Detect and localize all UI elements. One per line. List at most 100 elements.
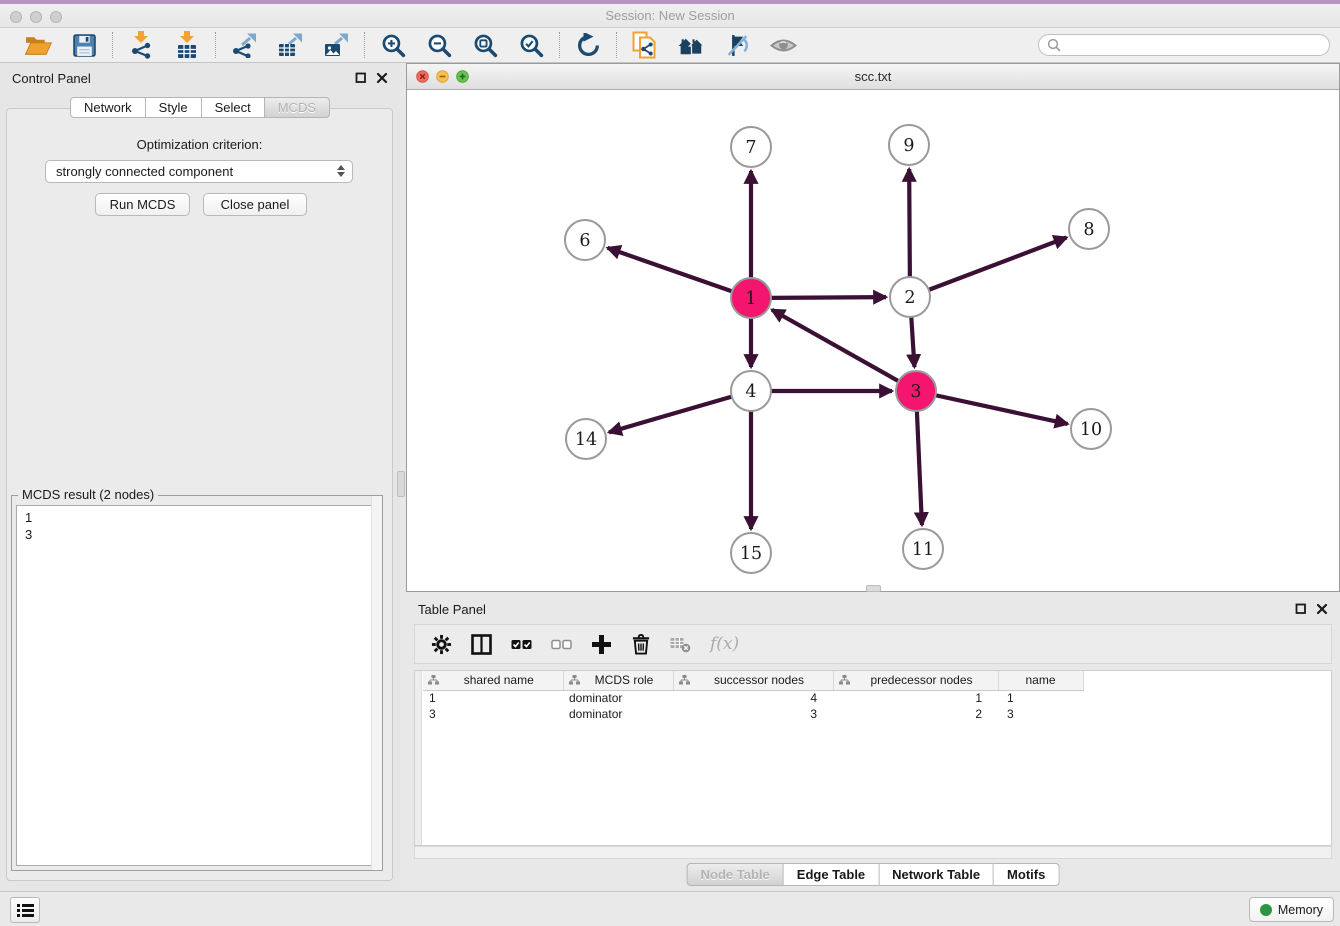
- graph-node-label-14: 14: [575, 430, 597, 450]
- network-window-title: scc.txt: [407, 69, 1339, 84]
- graph-edge-1-6[interactable]: [608, 248, 732, 291]
- control-panel-tabs: Network Style Select MCDS: [70, 97, 330, 118]
- delete-column-icon[interactable]: [631, 632, 651, 656]
- close-panel-button[interactable]: Close panel: [203, 193, 307, 216]
- graph-edge-3-1[interactable]: [772, 310, 899, 381]
- network-canvas[interactable]: 7968124314101511: [407, 90, 1339, 591]
- clone-network-icon[interactable]: [630, 30, 660, 60]
- task-history-button[interactable]: [10, 897, 40, 923]
- table-panel-tabs: Node Table Edge Table Network Table Moti…: [687, 863, 1060, 886]
- table-header-row: shared name MCDS role successor nodes pr…: [423, 671, 1331, 690]
- run-mcds-button[interactable]: Run MCDS: [95, 193, 190, 216]
- col-header-name[interactable]: name: [998, 671, 1083, 690]
- vertical-splitter-handle[interactable]: [397, 471, 405, 497]
- row-header-gutter: [415, 671, 422, 845]
- deselect-all-columns-icon[interactable]: [551, 632, 572, 656]
- horizontal-splitter-handle[interactable]: [866, 585, 881, 592]
- col-header-mcds-role[interactable]: MCDS role: [563, 671, 673, 690]
- col-header-shared-name[interactable]: shared name: [423, 671, 563, 690]
- cell-filler: [1083, 706, 1331, 722]
- import-network-icon[interactable]: [126, 30, 156, 60]
- criterion-select[interactable]: strongly connected component: [45, 160, 353, 183]
- split-columns-icon[interactable]: [471, 632, 492, 656]
- home-icon[interactable]: [676, 30, 706, 60]
- tab-style[interactable]: Style: [146, 97, 202, 118]
- add-column-icon[interactable]: [591, 632, 612, 656]
- memory-button[interactable]: Memory: [1249, 897, 1334, 922]
- cell-mcds-role[interactable]: dominator: [563, 706, 673, 722]
- graph-edge-4-14[interactable]: [609, 397, 732, 433]
- col-header-predecessor-nodes[interactable]: predecessor nodes: [833, 671, 998, 690]
- mcds-result-group: MCDS result (2 nodes) 1 3: [11, 495, 383, 871]
- cell-predecessor-nodes[interactable]: 2: [833, 706, 998, 722]
- cell-name[interactable]: 3: [998, 706, 1083, 722]
- export-table-icon[interactable]: [275, 30, 305, 60]
- float-panel-icon[interactable]: [1295, 603, 1307, 615]
- apply-preferred-layout-icon[interactable]: [573, 30, 603, 60]
- network-window-titlebar[interactable]: scc.txt: [407, 64, 1339, 90]
- show-graphics-details-icon[interactable]: [768, 30, 798, 60]
- cell-shared-name[interactable]: 1: [423, 690, 563, 706]
- search-box[interactable]: [1038, 34, 1330, 56]
- result-scrollbar[interactable]: [371, 496, 382, 870]
- float-panel-icon[interactable]: [355, 72, 367, 84]
- tab-node-table[interactable]: Node Table: [687, 863, 784, 886]
- close-panel-icon[interactable]: [376, 72, 388, 84]
- graph-edge-1-2[interactable]: [771, 297, 886, 298]
- node-table: shared name MCDS role successor nodes pr…: [414, 670, 1332, 846]
- import-table-icon[interactable]: [172, 30, 202, 60]
- cell-successor-nodes[interactable]: 3: [673, 706, 833, 722]
- tab-mcds[interactable]: MCDS: [265, 97, 330, 118]
- tab-select[interactable]: Select: [202, 97, 265, 118]
- graph-edge-3-10[interactable]: [936, 395, 1068, 424]
- table-row[interactable]: 3 dominator 3 2 3: [423, 706, 1331, 722]
- network-view-window: scc.txt 7968124314101511: [406, 63, 1340, 592]
- table-row[interactable]: 1 dominator 4 1 1: [423, 690, 1331, 706]
- mcds-result-text[interactable]: 1 3: [16, 505, 378, 866]
- column-type-icon: [569, 675, 580, 685]
- cell-predecessor-nodes[interactable]: 1: [833, 690, 998, 706]
- select-stepper-icon: [337, 165, 345, 177]
- graph-node-label-15: 15: [740, 544, 762, 564]
- graph-edge-2-8[interactable]: [929, 238, 1067, 290]
- toggle-annotations-icon[interactable]: [722, 30, 752, 60]
- zoom-fit-icon[interactable]: [470, 30, 500, 60]
- mcds-panel: Optimization criterion: strongly connect…: [6, 108, 393, 881]
- graph-edge-3-11[interactable]: [917, 411, 922, 525]
- graph-edge-2-9[interactable]: [909, 169, 910, 277]
- col-header-successor-nodes[interactable]: successor nodes: [673, 671, 833, 690]
- zoom-selected-icon[interactable]: [516, 30, 546, 60]
- tab-edge-table[interactable]: Edge Table: [784, 863, 879, 886]
- export-network-icon[interactable]: [229, 30, 259, 60]
- status-bar: Memory: [0, 891, 1340, 926]
- cell-mcds-role[interactable]: dominator: [563, 690, 673, 706]
- search-icon: [1047, 38, 1061, 52]
- graph-node-label-3: 3: [910, 382, 921, 402]
- cell-name[interactable]: 1: [998, 690, 1083, 706]
- table-panel: Table Panel f(x): [406, 594, 1340, 891]
- table-horizontal-scrollbar[interactable]: [414, 846, 1332, 859]
- memory-label: Memory: [1278, 903, 1323, 917]
- select-all-columns-icon[interactable]: [511, 632, 532, 656]
- open-session-icon[interactable]: [23, 30, 53, 60]
- graph-node-label-10: 10: [1080, 420, 1102, 440]
- table-toolbar: f(x): [414, 624, 1332, 664]
- save-session-icon[interactable]: [69, 30, 99, 60]
- network-graph: 7968124314101511: [407, 90, 1339, 591]
- tab-network[interactable]: Network: [70, 97, 146, 118]
- settings-gear-icon[interactable]: [431, 632, 452, 656]
- cell-shared-name[interactable]: 3: [423, 706, 563, 722]
- search-input[interactable]: [1066, 38, 1321, 52]
- zoom-in-icon[interactable]: [378, 30, 408, 60]
- graph-edge-2-3[interactable]: [911, 317, 914, 367]
- tab-motifs[interactable]: Motifs: [994, 863, 1059, 886]
- tab-network-table[interactable]: Network Table: [879, 863, 994, 886]
- control-panel-title: Control Panel: [12, 71, 91, 86]
- graph-node-label-7: 7: [745, 138, 756, 158]
- cell-successor-nodes[interactable]: 4: [673, 690, 833, 706]
- close-panel-icon[interactable]: [1316, 603, 1328, 615]
- delete-table-icon: [670, 632, 691, 656]
- graph-node-label-11: 11: [912, 540, 934, 560]
- zoom-out-icon[interactable]: [424, 30, 454, 60]
- export-image-icon[interactable]: [321, 30, 351, 60]
